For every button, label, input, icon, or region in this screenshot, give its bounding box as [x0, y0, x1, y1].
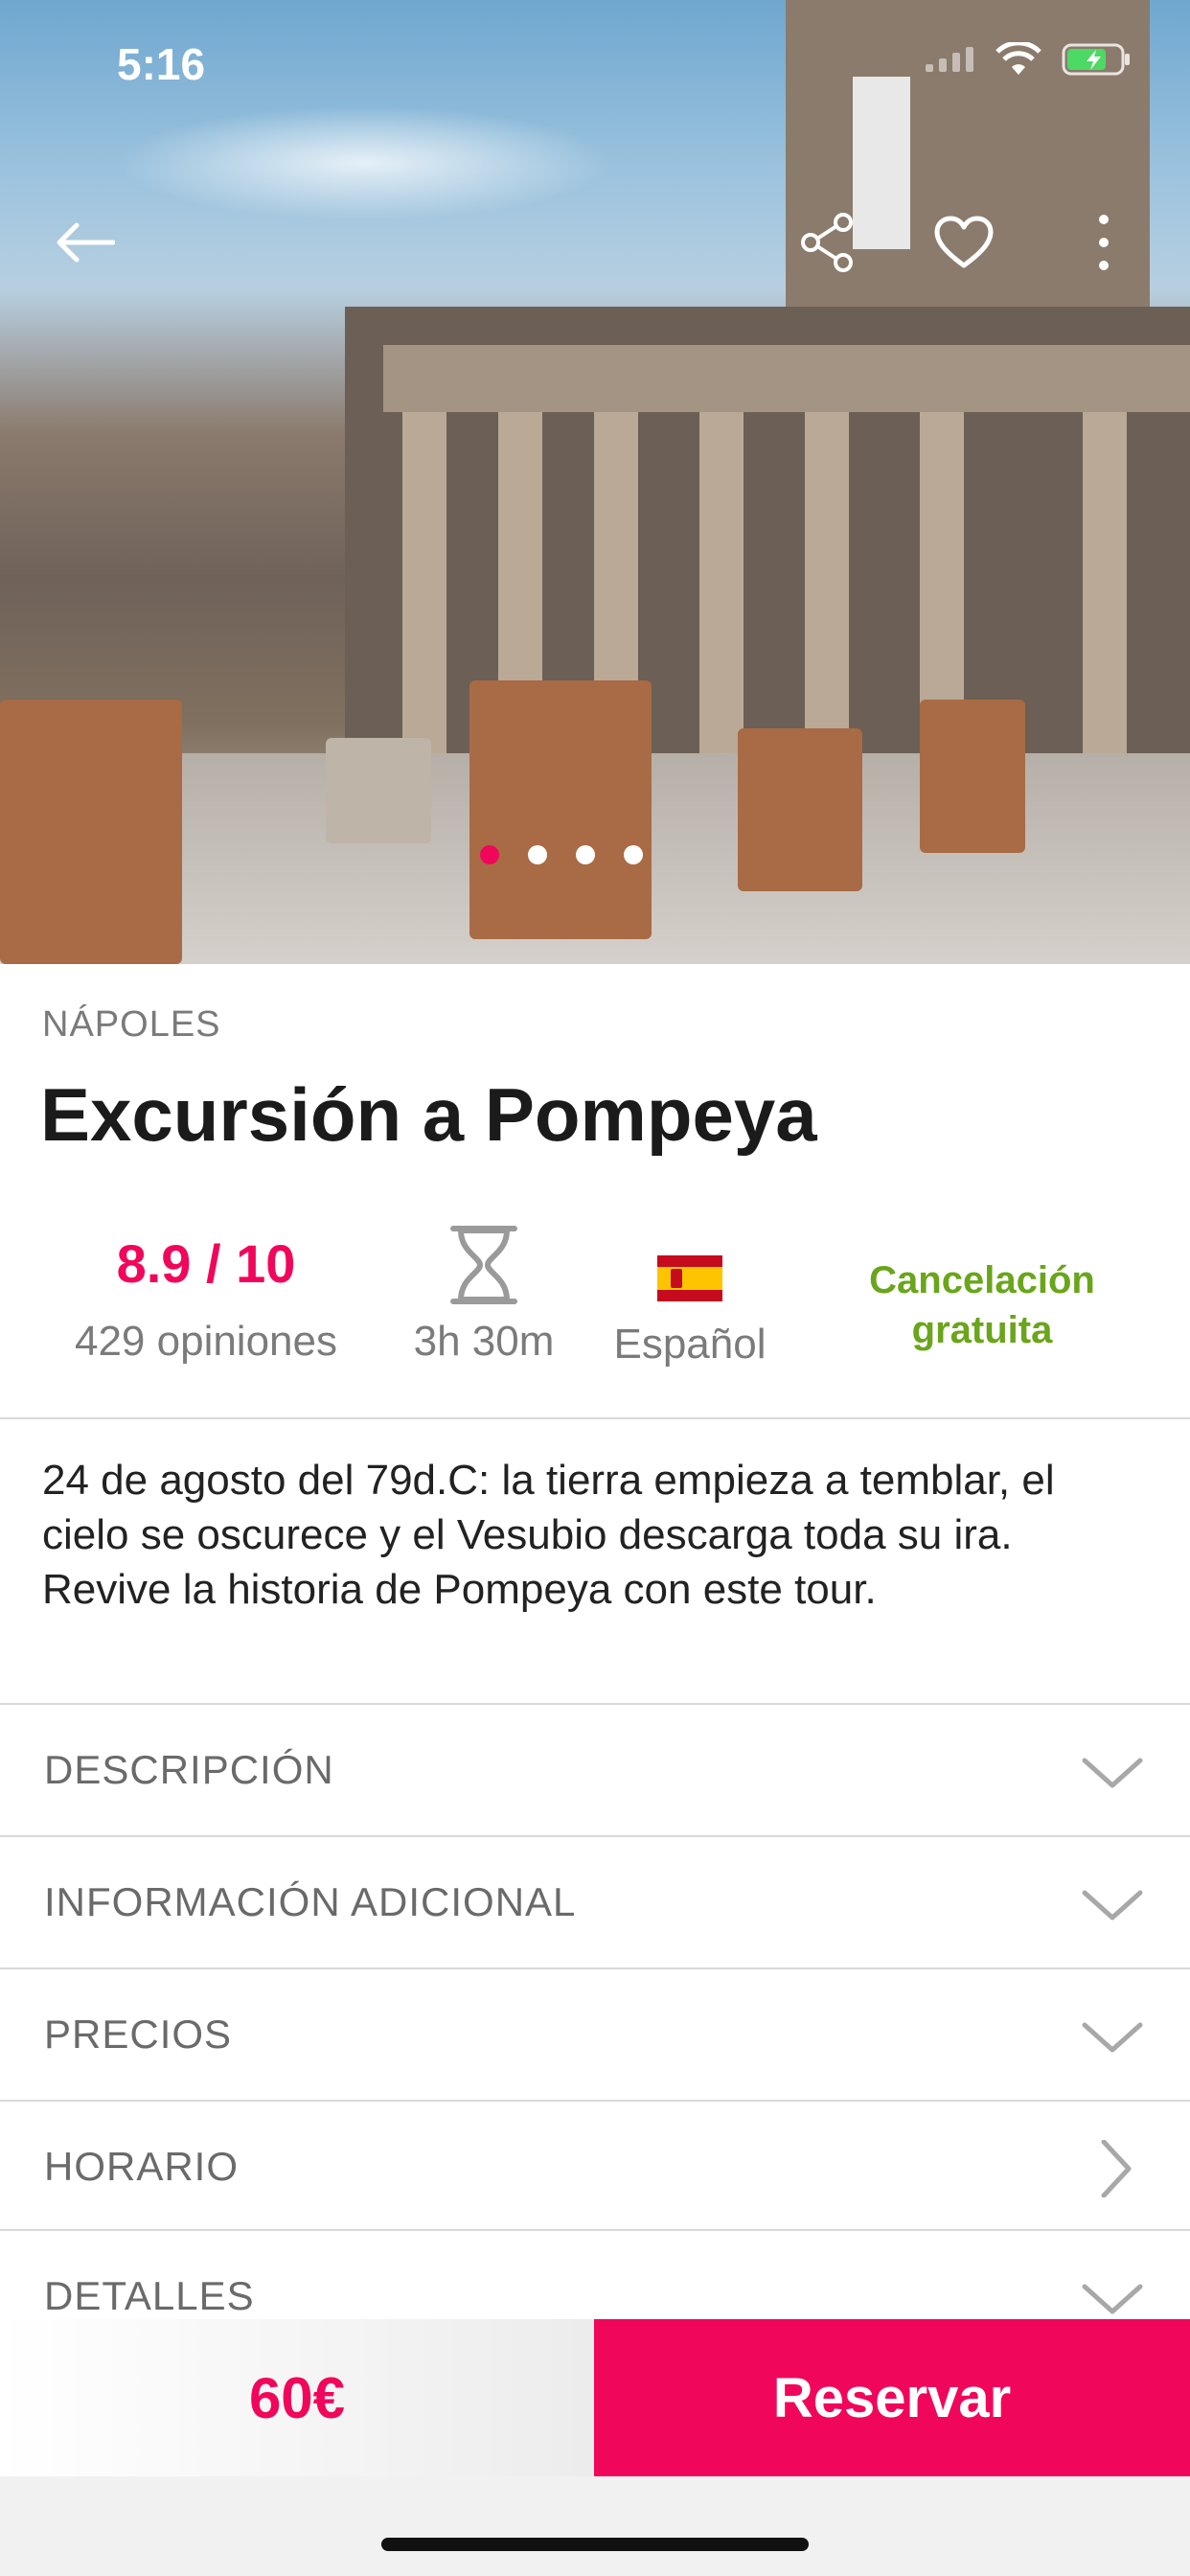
- section-descripcion[interactable]: DESCRIPCIÓN: [0, 1705, 1190, 1835]
- rating-score: 8.9 / 10: [116, 1233, 296, 1294]
- review-count: 429 opiniones: [74, 1318, 337, 1365]
- home-indicator[interactable]: [381, 2538, 809, 2551]
- section-label: HORARIO: [44, 2144, 240, 2189]
- carousel-dot[interactable]: [528, 845, 547, 864]
- duration-text: 3h 30m: [413, 1318, 555, 1365]
- city-label: NÁPOLES: [42, 1004, 221, 1045]
- carousel-dot[interactable]: [576, 845, 595, 864]
- section-label: DETALLES: [44, 2273, 255, 2318]
- book-button[interactable]: Reservar: [594, 2319, 1190, 2476]
- share-icon: [801, 212, 855, 277]
- more-vertical-icon: [1096, 214, 1111, 276]
- back-button[interactable]: [46, 201, 123, 288]
- section-label: INFORMACIÓN ADICIONAL: [44, 1879, 577, 1924]
- carousel-indicator: [0, 845, 1190, 864]
- signal-icon: [924, 45, 975, 79]
- section-horario[interactable]: HORARIO: [0, 2102, 1190, 2232]
- hero-ruin: [469, 680, 652, 939]
- hero-column: [402, 412, 446, 757]
- section-precios[interactable]: PRECIOS: [0, 1969, 1190, 2100]
- carousel-dot-active[interactable]: [480, 845, 499, 864]
- language-text: Español: [613, 1321, 767, 1368]
- spain-flag-icon: [657, 1255, 722, 1301]
- tour-detail: NÁPOLES Excursión a Pompeya 8.9 / 10 429…: [0, 964, 1190, 2320]
- battery-icon: [1062, 42, 1133, 81]
- price-label: 60€: [248, 2365, 346, 2430]
- hero-image[interactable]: [0, 0, 1190, 964]
- hourglass-icon: [447, 1226, 520, 1309]
- wifi-icon: [995, 40, 1042, 81]
- rating-block[interactable]: 8.9 / 10 429 opiniones: [57, 1232, 355, 1366]
- hero-ruin: [326, 738, 431, 843]
- duration-block: 3h 30m: [393, 1225, 575, 1366]
- hero-entablature: [383, 345, 1190, 412]
- tour-stats: 8.9 / 10 429 opiniones 3h 30m Español Ca…: [0, 1213, 1190, 1424]
- chevron-down-icon: [1079, 1875, 1146, 1933]
- hero-column: [699, 412, 744, 757]
- booking-bar: 60€ Reservar: [0, 2319, 1190, 2476]
- status-icons: [924, 40, 1133, 81]
- share-button[interactable]: [790, 201, 866, 288]
- section-label: PRECIOS: [44, 2012, 233, 2057]
- chevron-right-icon: [1079, 2139, 1146, 2198]
- hero-column: [805, 412, 849, 757]
- hero-ruin: [0, 700, 182, 964]
- top-navigation: [0, 201, 1190, 288]
- favorite-button[interactable]: [926, 201, 1002, 288]
- chevron-down-icon: [1079, 2269, 1146, 2327]
- status-bar: 5:16: [0, 0, 1190, 128]
- language-block: Español: [594, 1255, 786, 1368]
- chevron-down-icon: [1079, 2008, 1146, 2065]
- status-time: 5:16: [117, 39, 206, 89]
- hero-ruin: [738, 728, 862, 891]
- price-box: 60€: [0, 2319, 594, 2476]
- section-label: DESCRIPCIÓN: [44, 1747, 334, 1792]
- carousel-dot[interactable]: [624, 845, 643, 864]
- divider: [0, 1417, 1190, 1419]
- hero-ruin: [920, 700, 1025, 853]
- heart-icon: [933, 216, 995, 274]
- section-informacion-adicional[interactable]: INFORMACIÓN ADICIONAL: [0, 1837, 1190, 1967]
- arrow-left-icon: [54, 221, 116, 268]
- hero-column: [1083, 412, 1127, 757]
- more-button[interactable]: [1065, 201, 1142, 288]
- chevron-down-icon: [1079, 1743, 1146, 1801]
- free-cancellation-label: Cancelación gratuita: [869, 1259, 1095, 1351]
- page-title: Excursión a Pompeya: [40, 1072, 817, 1157]
- tour-summary: 24 de agosto del 79d.C: la tierra empiez…: [42, 1457, 1055, 1613]
